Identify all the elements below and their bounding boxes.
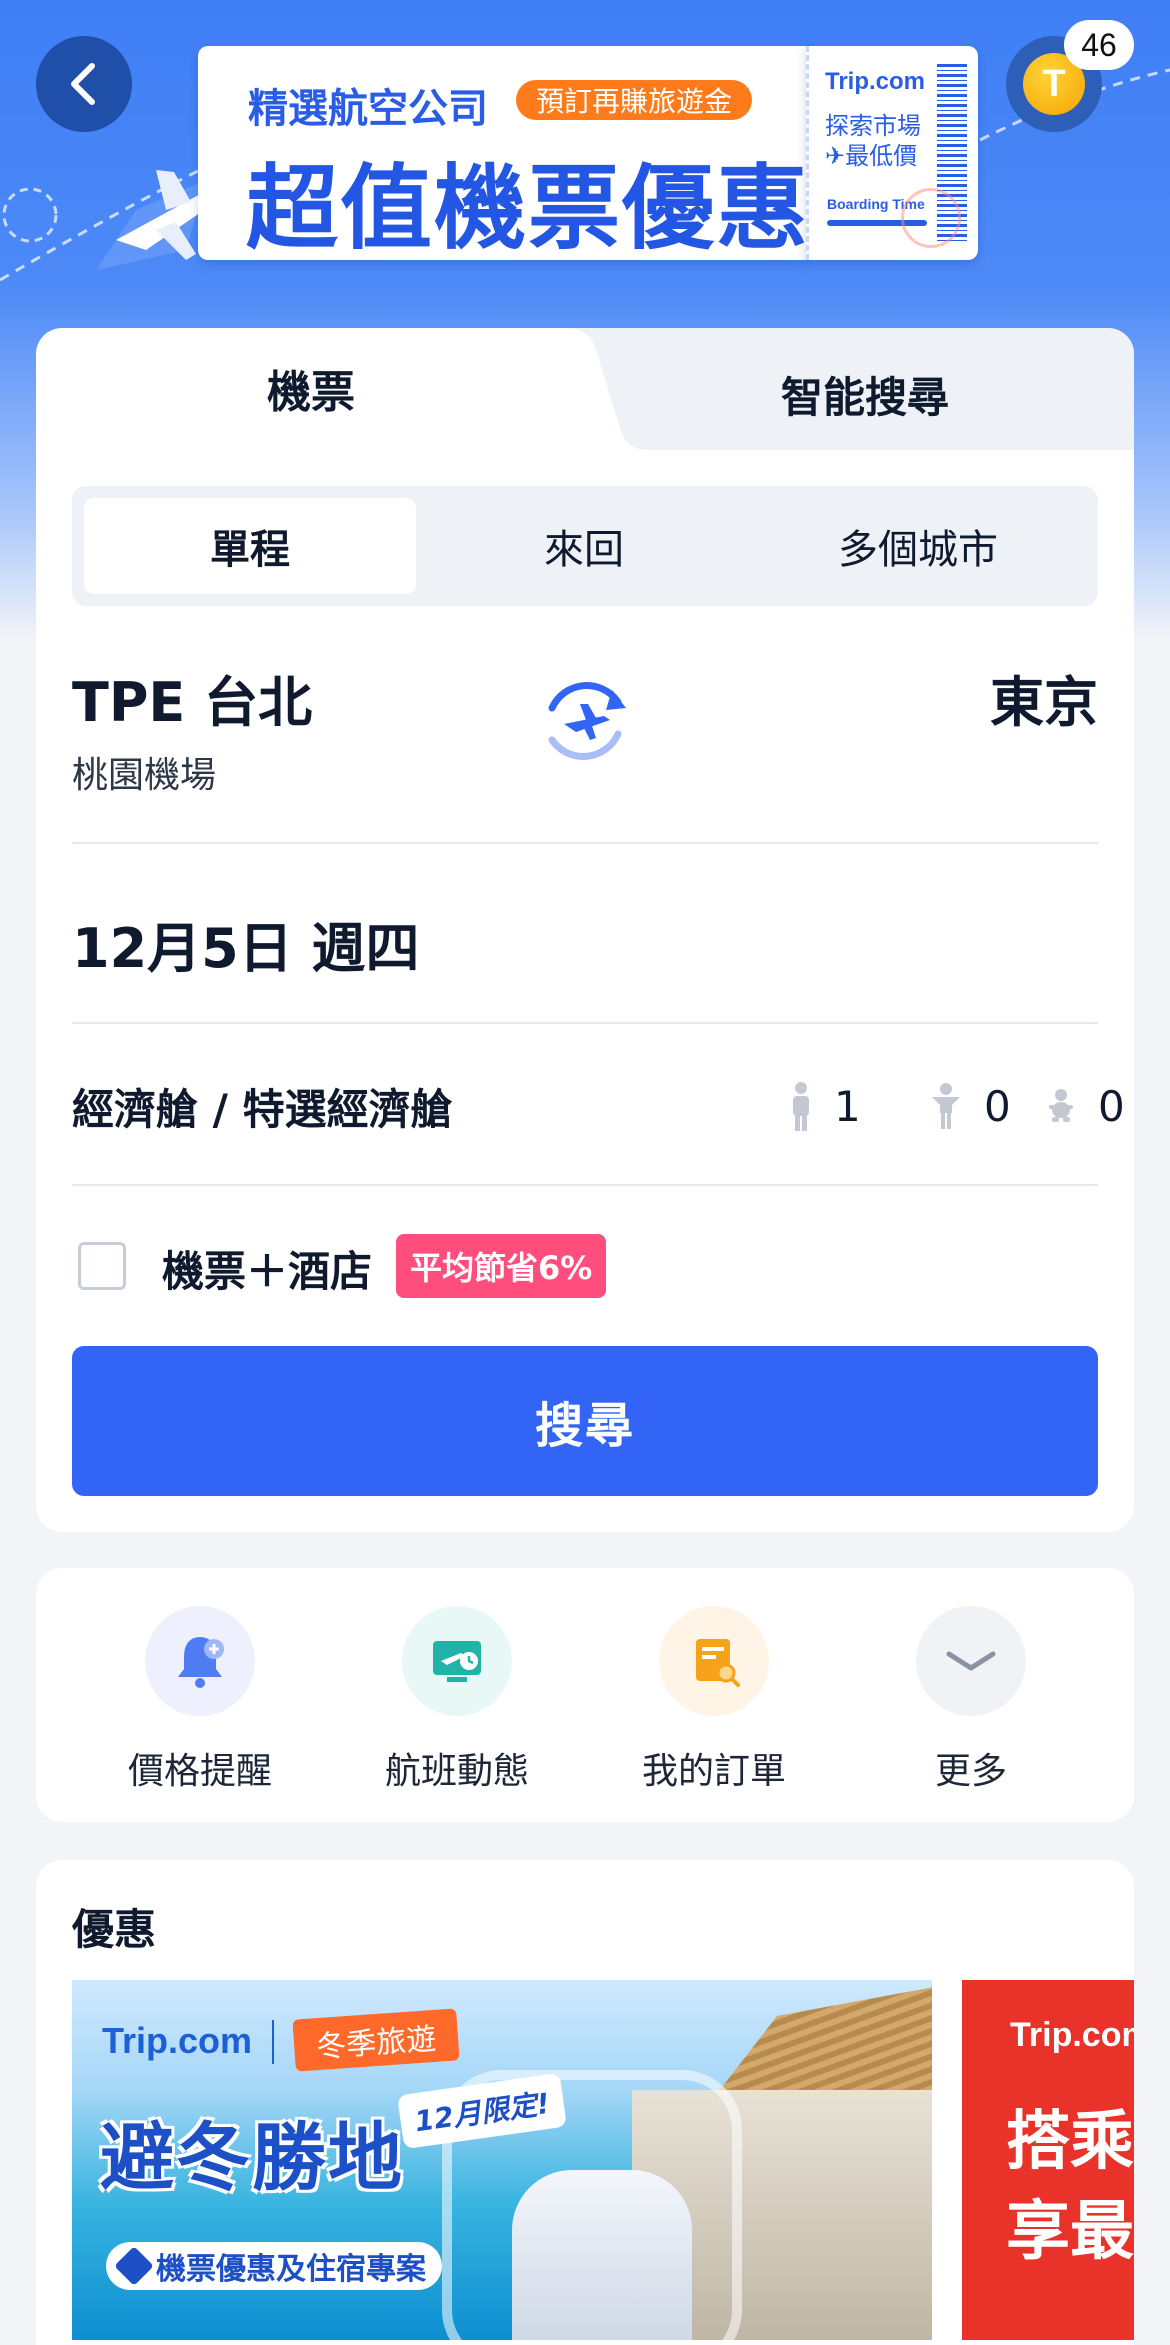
child-count: 0 <box>984 1081 1011 1131</box>
quick-tools-card: 價格提醒 航班動態 我的訂單 更多 <box>36 1568 1134 1822</box>
tool-price-alert-label: 價格提醒 <box>127 1751 272 1792</box>
trip-type-multi-city[interactable]: 多個城市 <box>752 498 1084 594</box>
arrival-city[interactable]: 東京 <box>990 658 1098 737</box>
promo-separator <box>272 2020 274 2064</box>
tab-smart-search[interactable]: 智能搜尋 <box>596 364 1134 425</box>
promo-headline: 避冬勝地 <box>100 2115 404 2201</box>
monitor-clock-icon <box>433 1641 481 1682</box>
coin-count-badge: 46 <box>1064 20 1134 70</box>
trip-type-selector: 單程 來回 多個城市 <box>72 486 1098 606</box>
promo-ribbon: 冬季旅遊 <box>292 2008 460 2072</box>
bell-plus-icon <box>178 1637 224 1688</box>
infant-icon <box>1049 1089 1073 1122</box>
departure-airport[interactable]: 桃園機場 <box>72 746 216 798</box>
passenger-adults[interactable]: 1 <box>790 1076 861 1136</box>
promo-subtitle: 機票優惠及住宿專案 <box>106 2242 442 2290</box>
tag-icon <box>114 2246 154 2286</box>
promo-image-roof <box>712 1980 932 2100</box>
adult-icon <box>793 1082 809 1131</box>
promo-card-winter[interactable]: Trip.com 冬季旅遊 避冬勝地 12月限定! 機票優惠及住宿專案 <box>72 1980 932 2340</box>
banner-pill: 預訂再賺旅遊金 <box>516 80 753 120</box>
tool-flight-status-circle <box>402 1606 512 1716</box>
cabin-class-selector[interactable]: 經濟艙 / 特選經濟艙 <box>72 1076 453 1137</box>
banner-headline: 超值機票優惠 <box>246 155 811 262</box>
departure-city[interactable]: TPE 台北 <box>72 658 312 737</box>
divider <box>72 1022 1098 1024</box>
promo-image-couple <box>512 2170 692 2340</box>
back-button[interactable] <box>36 36 132 132</box>
promo-brand: Trip.com <box>102 2020 253 2061</box>
chevron-down-icon <box>946 1651 996 1671</box>
flight-search-card: 機票 智能搜尋 單程 來回 多個城市 TPE 台北 桃園機場 東京 12月5日 … <box>36 328 1134 1532</box>
banner-ticket: Trip.com 探索市場 ✈最低價 Boarding Time <box>806 46 978 260</box>
deals-section: 優惠 Trip.com 冬季旅遊 避冬勝地 12月限定! 機票優惠及住宿專案 T… <box>36 1860 1134 2345</box>
departure-date[interactable]: 12月5日 週四 <box>72 904 420 983</box>
savings-badge: 平均節省6% <box>396 1234 607 1298</box>
ticket-line2: ✈最低價 <box>825 142 918 170</box>
tool-flight-status-label: 航班動態 <box>384 1751 529 1792</box>
promo-subtitle-text: 機票優惠及住宿專案 <box>156 2252 426 2287</box>
ticket-brand: Trip.com <box>825 68 926 95</box>
order-doc-icon <box>696 1639 740 1687</box>
tool-price-alert[interactable]: 價格提醒 <box>70 1606 330 1794</box>
banner-subtitle: 精選航空公司 <box>248 86 488 132</box>
passenger-children[interactable]: 0 <box>930 1076 1011 1136</box>
trip-type-one-way[interactable]: 單程 <box>84 498 416 594</box>
stamp-icon <box>901 188 961 248</box>
tool-flight-status[interactable]: 航班動態 <box>327 1606 587 1794</box>
promo2-brand: Trip.com <box>1010 2016 1134 2054</box>
tool-my-orders[interactable]: 我的訂單 <box>584 1606 844 1794</box>
infant-count: 0 <box>1098 1081 1125 1131</box>
promo2-line1: 搭乘 <box>1006 2105 1134 2179</box>
chevron-left-icon <box>71 63 95 105</box>
tool-more-circle <box>916 1606 1026 1716</box>
child-icon <box>932 1083 960 1129</box>
promo-card-airline[interactable]: Trip.com 搭乘 享最 <box>962 1980 1134 2340</box>
trip-type-round-trip[interactable]: 來回 <box>418 498 750 594</box>
tool-my-orders-circle <box>659 1606 769 1716</box>
swap-route-icon[interactable] <box>532 668 638 774</box>
tool-my-orders-label: 我的訂單 <box>641 1751 786 1792</box>
promo2-line2: 享最 <box>1006 2195 1134 2269</box>
tool-price-alert-circle <box>145 1606 255 1716</box>
search-tabs: 機票 智能搜尋 <box>36 328 1134 450</box>
tool-more-label: 更多 <box>934 1751 1007 1792</box>
divider <box>72 1184 1098 1186</box>
deals-title: 優惠 <box>72 1905 157 1954</box>
passenger-infants[interactable]: 0 <box>1046 1076 1125 1136</box>
flight-hotel-label[interactable]: 機票＋酒店 <box>162 1238 372 1299</box>
tab-flight[interactable]: 機票 <box>36 356 586 420</box>
flight-hotel-checkbox[interactable] <box>78 1242 126 1290</box>
adult-count: 1 <box>834 1081 861 1131</box>
search-button[interactable]: 搜尋 <box>72 1346 1098 1496</box>
divider <box>72 842 1098 844</box>
promo-banner[interactable]: 精選航空公司 預訂再賺旅遊金 超值機票優惠 <box>198 46 808 262</box>
tool-more[interactable]: 更多 <box>841 1606 1101 1794</box>
